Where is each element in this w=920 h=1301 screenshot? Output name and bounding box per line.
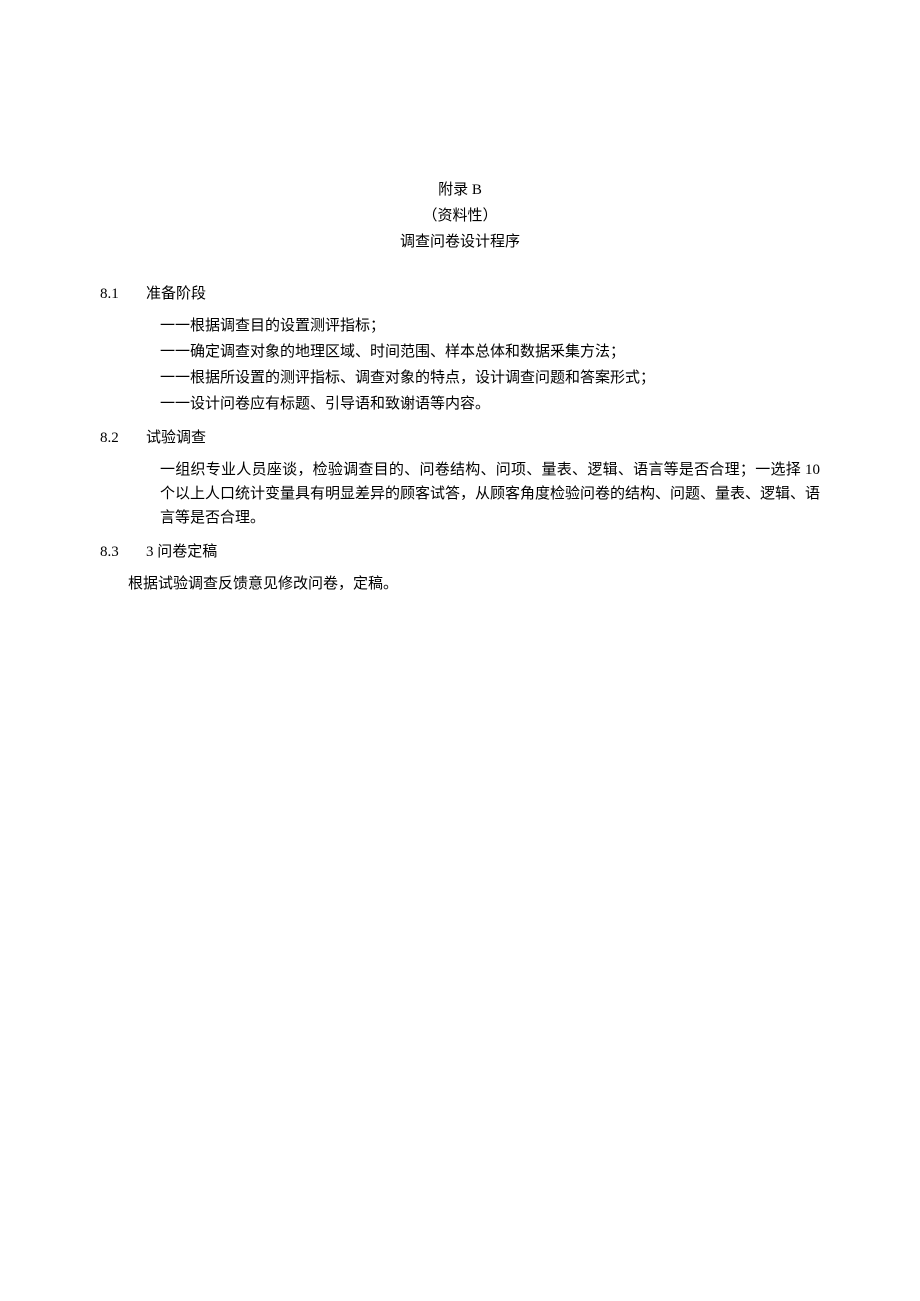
appendix-label: 附录 B	[100, 178, 820, 202]
section-body: 一一根据调查目的设置测评指标； 一一确定调查对象的地理区域、时间范围、样本总体和…	[160, 314, 820, 416]
paragraph: 一组织专业人员座谈，检验调查目的、问卷结构、问项、量表、逻辑、语言等是否合理；一…	[160, 458, 820, 530]
section-head: 8.2 试验调查	[100, 426, 820, 450]
list-item: 一一确定调查对象的地理区域、时间范围、样本总体和数据釆集方法；	[160, 340, 820, 364]
section-title: 准备阶段	[146, 282, 820, 306]
section-body: 一组织专业人员座谈，检验调查目的、问卷结构、问项、量表、逻辑、语言等是否合理；一…	[160, 458, 820, 530]
section-number: 8.3	[100, 540, 146, 564]
list-item: 一一根据所设置的测评指标、调查对象的特点，设计调查问题和答案形式；	[160, 366, 820, 390]
section-8-2: 8.2 试验调查 一组织专业人员座谈，检验调查目的、问卷结构、问项、量表、逻辑、…	[100, 426, 820, 530]
section-title: 试验调查	[146, 426, 820, 450]
appendix-nature: （资料性）	[100, 204, 820, 228]
paragraph: 根据试验调查反馈意见修改问卷，定稿。	[128, 572, 820, 596]
section-8-1: 8.1 准备阶段 一一根据调查目的设置测评指标； 一一确定调查对象的地理区域、时…	[100, 282, 820, 416]
document-page: 附录 B （资料性） 调查问卷设计程序 8.1 准备阶段 一一根据调查目的设置测…	[0, 0, 920, 596]
list-item: 一一根据调查目的设置测评指标；	[160, 314, 820, 338]
section-head: 8.3 3 问卷定稿	[100, 540, 820, 564]
section-number: 8.2	[100, 426, 146, 450]
section-number: 8.1	[100, 282, 146, 306]
list-item: 一一设计问卷应有标题、引导语和致谢语等内容。	[160, 392, 820, 416]
section-title: 3 问卷定稿	[146, 540, 820, 564]
appendix-title: 调查问卷设计程序	[100, 230, 820, 254]
section-head: 8.1 准备阶段	[100, 282, 820, 306]
appendix-header: 附录 B （资料性） 调查问卷设计程序	[100, 178, 820, 254]
section-body: 根据试验调查反馈意见修改问卷，定稿。	[128, 572, 820, 596]
section-8-3: 8.3 3 问卷定稿 根据试验调查反馈意见修改问卷，定稿。	[100, 540, 820, 596]
